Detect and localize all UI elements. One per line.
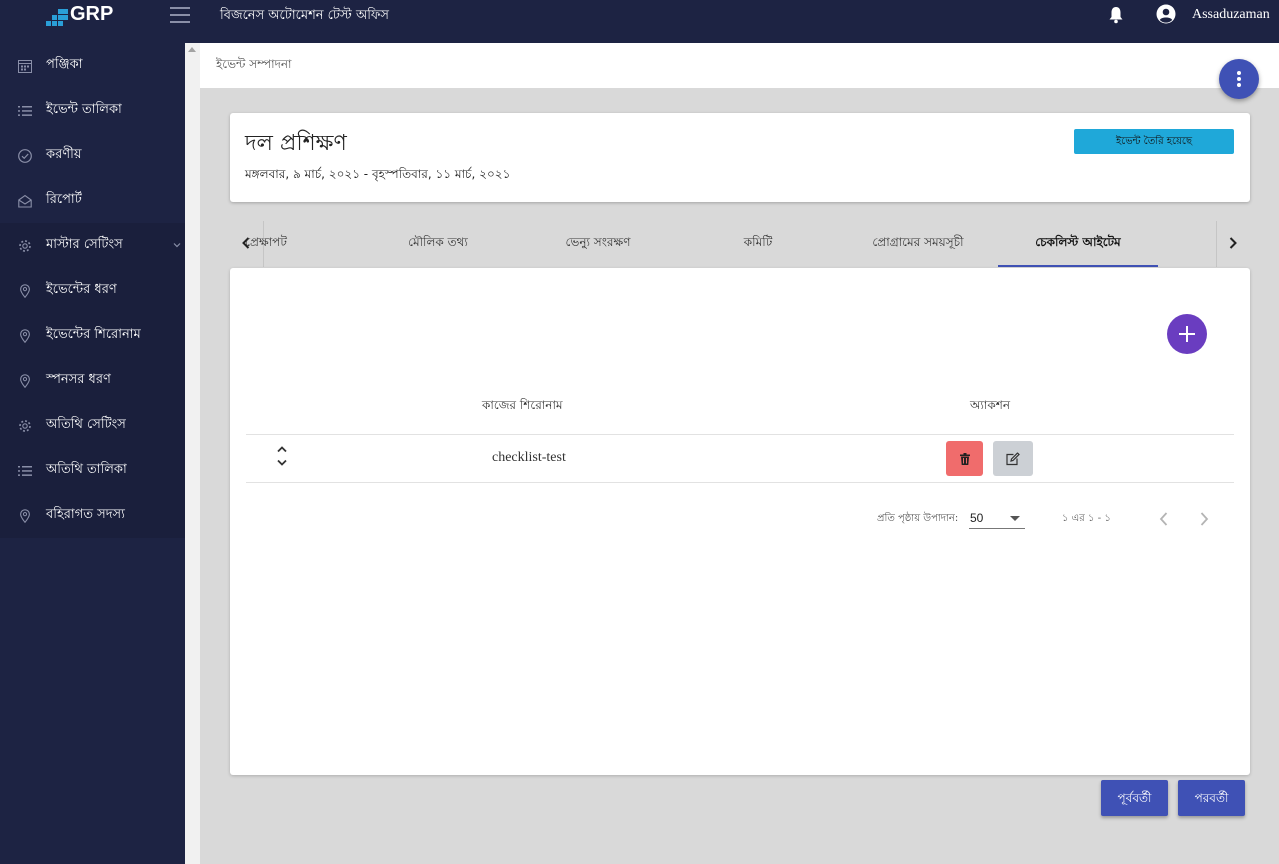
- tab-committee[interactable]: কমিটি: [678, 221, 838, 267]
- sidebar-item-label: বহিরাগত সদস্য: [46, 507, 125, 522]
- sidebar-item-label: পঞ্জিকা: [46, 57, 83, 72]
- tab-background[interactable]: প্রেক্ষাপট: [216, 221, 316, 267]
- sidebar-item-label: অতিথি তালিকা: [46, 462, 127, 477]
- mail-open-icon: [18, 194, 32, 208]
- divider: [246, 434, 1234, 435]
- sidebar-item-event-type[interactable]: ইভেন্টের ধরণ: [0, 268, 185, 313]
- chevron-right-icon: [1229, 237, 1237, 249]
- tab-basic-info[interactable]: মৌলিক তথ্য: [358, 221, 518, 267]
- tab-venue-booking[interactable]: ভেন্যু সংরক্ষণ: [518, 221, 678, 267]
- location-pin-icon: [20, 283, 30, 298]
- event-summary-card: দল প্রশিক্ষণ মঙ্গলবার, ৯ মার্চ, ২০২১ - ব…: [230, 113, 1250, 202]
- location-pin-icon: [20, 328, 30, 343]
- divider: [246, 482, 1234, 483]
- status-badge: ইভেন্ট তৈরি হয়েছে: [1074, 129, 1234, 154]
- trash-icon: [959, 452, 970, 465]
- breadcrumb: ইভেন্ট সম্পাদনা: [216, 57, 292, 71]
- top-bar: GRP বিজনেস অটোমেশন টেস্ট অফিস Assaduzama…: [0, 0, 1279, 43]
- sidebar-item-external-members[interactable]: বহিরাগত সদস্য: [0, 493, 185, 538]
- more-options-button[interactable]: [1219, 59, 1259, 99]
- add-checklist-item-button[interactable]: [1167, 314, 1207, 354]
- previous-page-button[interactable]: [1156, 509, 1172, 529]
- next-step-button[interactable]: পরবর্তী: [1178, 780, 1245, 816]
- sidebar-item-label: স্পনসর ধরণ: [46, 372, 111, 387]
- grp-logo[interactable]: GRP: [46, 3, 116, 29]
- location-pin-icon: [20, 373, 30, 388]
- sidebar-item-label: রিপোর্ট: [46, 192, 82, 207]
- reorder-handle-icon[interactable]: [276, 445, 288, 467]
- event-date-range: মঙ্গলবার, ৯ মার্চ, ২০২১ - বৃহস্পতিবার, ১…: [245, 167, 511, 181]
- sidebar-item-todo[interactable]: করণীয়: [0, 133, 185, 178]
- sidebar-item-label: করণীয়: [46, 147, 82, 162]
- dropdown-arrow-icon: [1010, 516, 1020, 521]
- list-icon: [18, 105, 32, 116]
- notification-bell-icon[interactable]: [1108, 6, 1124, 24]
- delete-button[interactable]: [946, 441, 983, 476]
- scrollbar[interactable]: [185, 43, 200, 864]
- sidebar-item-label: ইভেন্টের শিরোনাম: [46, 327, 141, 342]
- sidebar-item-label: ইভেন্টের ধরণ: [46, 282, 117, 297]
- sidebar-item-report[interactable]: রিপোর্ট: [0, 178, 185, 223]
- logo-text: GRP: [70, 3, 114, 25]
- sidebar-item-label: মাস্টার সেটিংস: [46, 237, 123, 252]
- tab-checklist-items[interactable]: চেকলিস্ট আইটেম: [998, 221, 1158, 267]
- gear-icon: [19, 419, 31, 432]
- hamburger-menu-icon[interactable]: [170, 7, 190, 23]
- scroll-up-arrow-icon[interactable]: [188, 47, 196, 52]
- sidebar-item-master-settings[interactable]: মাস্টার সেটিংস: [0, 223, 185, 268]
- main-content: ইভেন্ট সম্পাদনা দল প্রশিক্ষণ মঙ্গলবার, ৯…: [200, 43, 1279, 864]
- sidebar-group-master-settings: মাস্টার সেটিংস ইভেন্টের ধরণ ইভেন্টের শির…: [0, 223, 185, 538]
- event-title: দল প্রশিক্ষণ: [245, 131, 347, 156]
- breadcrumb-bar: ইভেন্ট সম্পাদনা: [200, 43, 1279, 88]
- column-header-task-title: কাজের শিরোনাম: [482, 398, 563, 412]
- location-pin-icon: [20, 508, 30, 523]
- sidebar-item-label: ইভেন্ট তালিকা: [46, 102, 122, 117]
- task-title-cell: checklist-test: [492, 450, 566, 465]
- sidebar-item-event-title[interactable]: ইভেন্টের শিরোনাম: [0, 313, 185, 358]
- sidebar-item-event-list[interactable]: ইভেন্ট তালিকা: [0, 88, 185, 133]
- sidebar-item-calendar[interactable]: পঞ্জিকা: [0, 43, 185, 88]
- column-header-action: অ্যাকশন: [970, 398, 1011, 412]
- logo-grid-icon: [46, 9, 68, 27]
- previous-step-button[interactable]: পূর্ববর্তী: [1101, 780, 1168, 816]
- calendar-icon: [18, 59, 32, 73]
- user-name[interactable]: Assaduzaman: [1192, 7, 1270, 23]
- checklist-card: কাজের শিরোনাম অ্যাকশন checklist-test প্র…: [230, 268, 1250, 775]
- sidebar-item-label: অতিথি সেটিংস: [46, 417, 126, 432]
- items-per-page-value: 50: [970, 511, 984, 525]
- more-vert-icon: [1237, 71, 1241, 75]
- sidebar-item-guest-list[interactable]: অতিথি তালিকা: [0, 448, 185, 493]
- edit-button[interactable]: [993, 441, 1033, 476]
- tab-program-schedule[interactable]: প্রোগ্রামের সময়সূচী: [838, 221, 998, 267]
- edit-icon: [1006, 452, 1020, 465]
- app-title: বিজনেস অটোমেশন টেস্ট অফিস: [220, 8, 390, 23]
- list-icon: [18, 465, 32, 476]
- gear-icon: [19, 239, 31, 252]
- next-page-button[interactable]: [1196, 509, 1212, 529]
- pagination-range-label: ১ এর ১ - ১: [1062, 513, 1111, 524]
- items-per-page-label: প্রতি পৃষ্ঠায় উপাদান:: [877, 513, 959, 524]
- sidebar-item-sponsor-type[interactable]: স্পনসর ধরণ: [0, 358, 185, 403]
- tab-scroll-right-button[interactable]: [1216, 221, 1250, 267]
- chevron-down-icon: [173, 243, 181, 248]
- user-account-icon[interactable]: [1156, 4, 1176, 24]
- check-circle-icon: [18, 148, 32, 163]
- sidebar: পঞ্জিকা ইভেন্ট তালিকা করণীয় রিপোর্ট মাস…: [0, 43, 185, 864]
- sidebar-item-guest-settings[interactable]: অতিথি সেটিংস: [0, 403, 185, 448]
- items-per-page-select[interactable]: 50: [969, 505, 1025, 529]
- sidebar-group-main: পঞ্জিকা ইভেন্ট তালিকা করণীয় রিপোর্ট: [0, 43, 185, 223]
- tab-bar: প্রেক্ষাপট মৌলিক তথ্য ভেন্যু সংরক্ষণ কমি…: [230, 221, 1250, 267]
